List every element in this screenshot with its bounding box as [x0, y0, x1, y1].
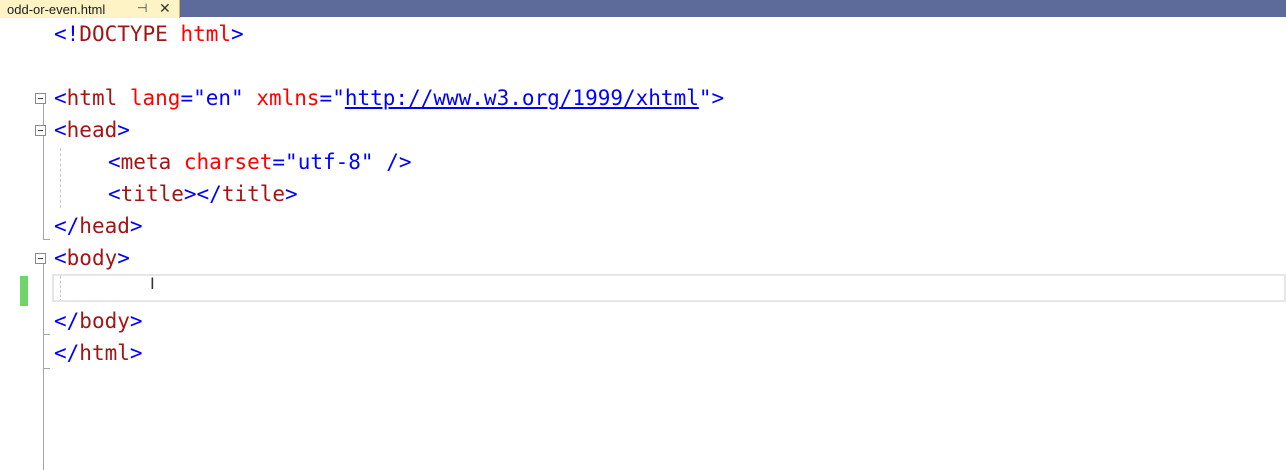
change-tracking-marker [20, 276, 28, 306]
collapse-html-icon[interactable] [35, 93, 46, 104]
outline-end-html [43, 368, 50, 369]
code-line-body-close[interactable]: </body> [54, 305, 143, 337]
collapse-head-icon[interactable] [35, 125, 46, 136]
outline-end-head [43, 239, 50, 240]
code-editor[interactable]: I <!DOCTYPE html> <html lang="en" xmlns=… [0, 18, 1286, 470]
document-tab-bar: odd-or-even.html ⊣ ✕ [0, 0, 1286, 18]
xmlns-link[interactable]: http://www.w3.org/1999/xhtml [345, 86, 699, 110]
code-line-doctype[interactable]: <!DOCTYPE html> [54, 18, 244, 50]
code-line-html-open[interactable]: <html lang="en" xmlns="http://www.w3.org… [54, 82, 724, 114]
ibeam-cursor-icon: I [150, 274, 155, 293]
collapse-body-icon[interactable] [35, 253, 46, 264]
code-line-title[interactable]: <title></title> [108, 178, 298, 210]
outline-line [43, 104, 44, 125]
indent-guide [60, 148, 61, 208]
close-icon[interactable]: ✕ [159, 0, 171, 17]
current-line-highlight [52, 274, 1286, 302]
code-line-body-open[interactable]: <body> [54, 242, 130, 274]
outline-line-body [43, 264, 44, 470]
tab-label: odd-or-even.html [7, 1, 106, 17]
tab-odd-or-even-html[interactable]: odd-or-even.html ⊣ ✕ [0, 0, 180, 18]
outline-line-head [43, 136, 44, 239]
code-line-meta[interactable]: <meta charset="utf-8" /> [108, 146, 412, 178]
code-line-head-close[interactable]: </head> [54, 210, 143, 242]
code-line-html-close[interactable]: </html> [54, 337, 143, 369]
code-line-head-open[interactable]: <head> [54, 114, 130, 146]
outline-end-body [43, 334, 50, 335]
pin-icon[interactable]: ⊣ [137, 0, 147, 17]
